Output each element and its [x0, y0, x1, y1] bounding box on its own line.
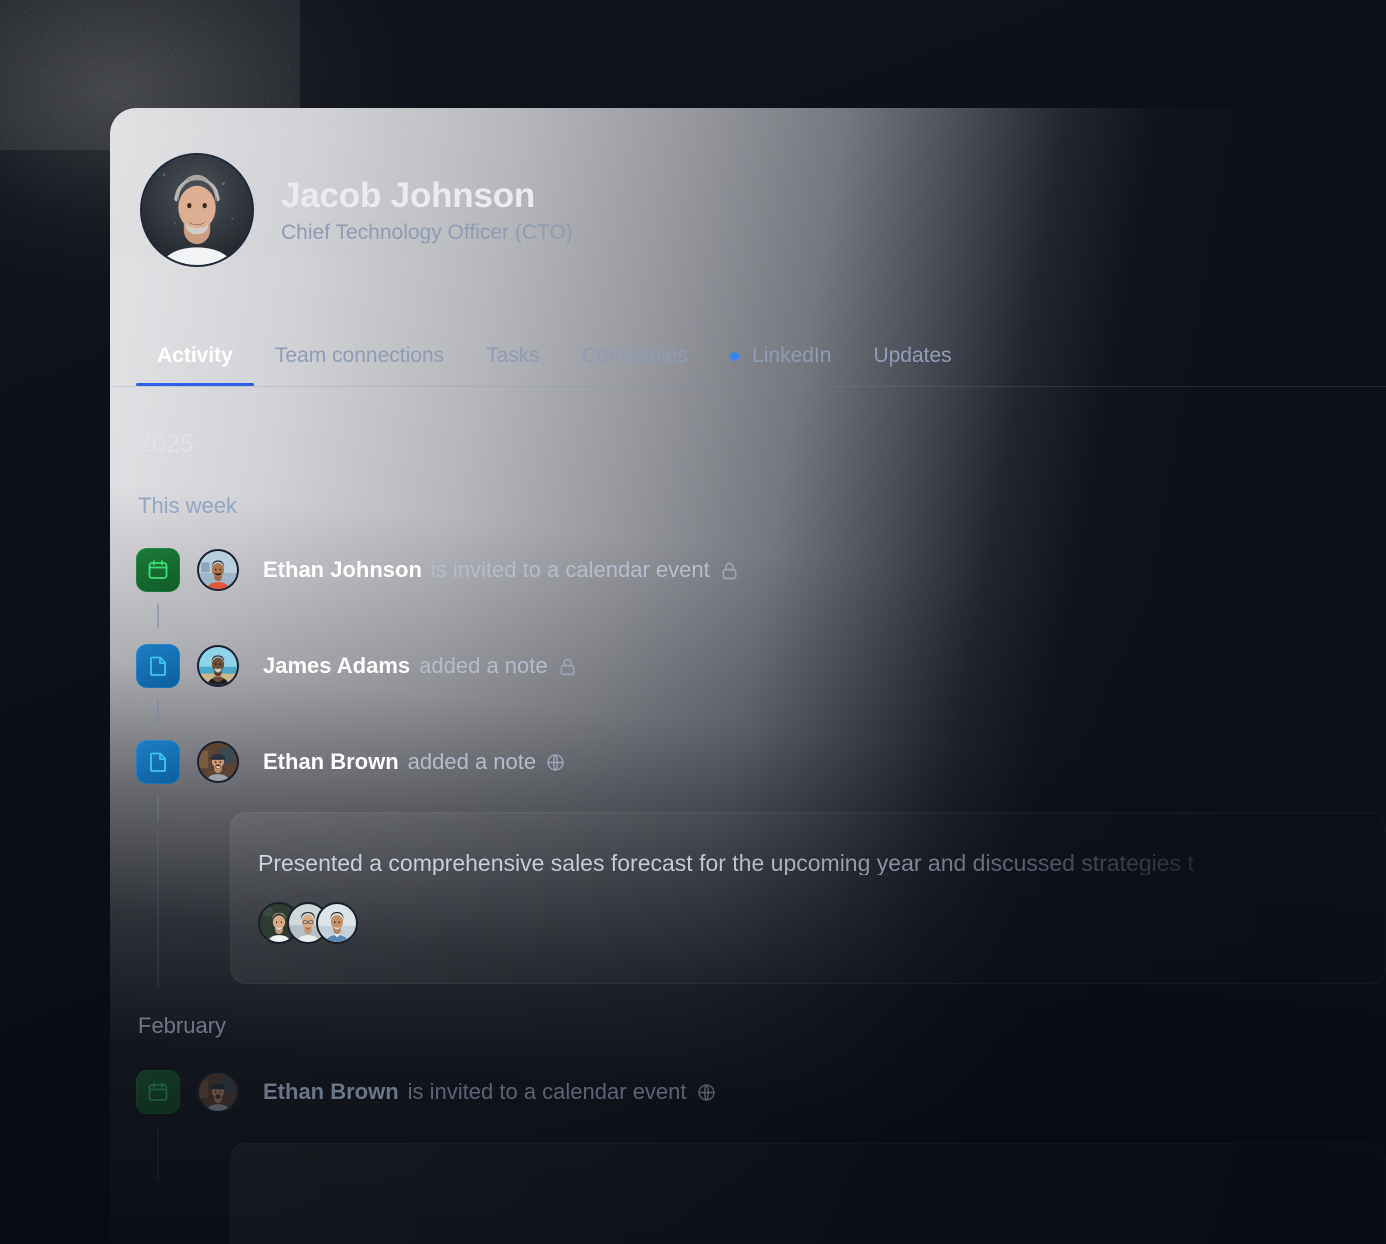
note-icon [136, 644, 180, 688]
timeline-group-february: February [138, 1013, 227, 1038]
timeline-year-label: 2025 [138, 430, 194, 458]
tab-team-connections-label: Team connections [274, 344, 445, 367]
profile-header: Jacob Johnson Chief Technology Officer (… [140, 153, 573, 267]
timeline-entry[interactable]: Ethan Johnson is invited to a calendar e… [136, 548, 740, 592]
avatar-jacob-johnson-icon [142, 155, 252, 265]
calendar-icon [136, 1070, 180, 1114]
timeline-entry[interactable]: James Adams added a note [136, 644, 578, 688]
avatar[interactable] [197, 549, 239, 591]
avatar[interactable] [197, 645, 239, 687]
globe-icon [545, 752, 566, 773]
timeline-connector [157, 603, 159, 629]
note-icon [136, 740, 180, 784]
app-backdrop: Jacob Johnson Chief Technology Officer (… [0, 0, 1386, 1244]
entry-action: added a note [419, 653, 548, 678]
avatar-participant-3-icon [318, 904, 356, 942]
entry-actor: Ethan Brown [263, 749, 399, 774]
timeline-connector [157, 1125, 159, 1180]
tab-updates[interactable]: Updates [852, 326, 972, 386]
avatar[interactable] [197, 741, 239, 783]
avatar-ethan-brown-icon [199, 1073, 237, 1111]
lock-icon [719, 560, 740, 581]
avatar[interactable] [197, 1071, 239, 1113]
globe-icon [696, 1082, 717, 1103]
note-card-text: Presented a comprehensive sales forecast… [258, 850, 1194, 876]
tab-tasks[interactable]: Tasks [465, 326, 561, 386]
timeline-connector [157, 828, 159, 988]
entry-action: added a note [407, 749, 537, 774]
profile-panel: Jacob Johnson Chief Technology Officer (… [110, 108, 1386, 1244]
avatar-ethan-johnson-icon [199, 551, 237, 589]
tab-tasks-label: Tasks [486, 344, 540, 367]
timeline-connector [157, 699, 159, 725]
entry-actor: James Adams [263, 653, 411, 678]
timeline-group-this-week: This week [138, 493, 238, 518]
tab-updates-label: Updates [873, 344, 952, 367]
tab-team-connections[interactable]: Team connections [254, 326, 465, 386]
lock-icon [557, 656, 578, 677]
calendar-icon [136, 548, 180, 592]
entry-actor: Ethan Johnson [263, 557, 422, 582]
tab-activity-label: Activity [157, 344, 233, 367]
tab-companies[interactable]: Companies [561, 326, 709, 386]
tab-bar-divider [110, 386, 1386, 387]
timeline-entry[interactable]: Ethan Brown added a note [136, 740, 566, 784]
avatar-james-adams-icon [199, 647, 237, 685]
entry-actor: Ethan Brown [263, 1079, 399, 1104]
timeline-connector [157, 795, 159, 821]
avatar[interactable] [140, 153, 254, 267]
note-card[interactable]: Sales Training Workshop: Mastering Negot… [230, 1143, 1386, 1244]
notification-dot-icon [730, 351, 740, 361]
note-card[interactable]: Presented a comprehensive sales forecast… [230, 812, 1386, 984]
tab-activity[interactable]: Activity [136, 326, 254, 386]
tab-linkedin[interactable]: LinkedIn [709, 326, 852, 386]
timeline-entry[interactable]: Ethan Brown is invited to a calendar eve… [136, 1070, 717, 1114]
avatar-ethan-brown-icon [199, 743, 237, 781]
avatar[interactable] [316, 902, 358, 944]
note-participants[interactable] [258, 902, 358, 944]
entry-action: is invited to a calendar event [407, 1079, 687, 1104]
tab-bar: Activity Team connections Tasks Companie… [136, 326, 973, 386]
tab-linkedin-label: LinkedIn [752, 344, 832, 367]
entry-action: is invited to a calendar event [430, 557, 710, 582]
tab-companies-label: Companies [581, 344, 689, 367]
page-title: Jacob Johnson [281, 175, 536, 215]
profile-role: Chief Technology Officer (CTO) [281, 220, 573, 244]
